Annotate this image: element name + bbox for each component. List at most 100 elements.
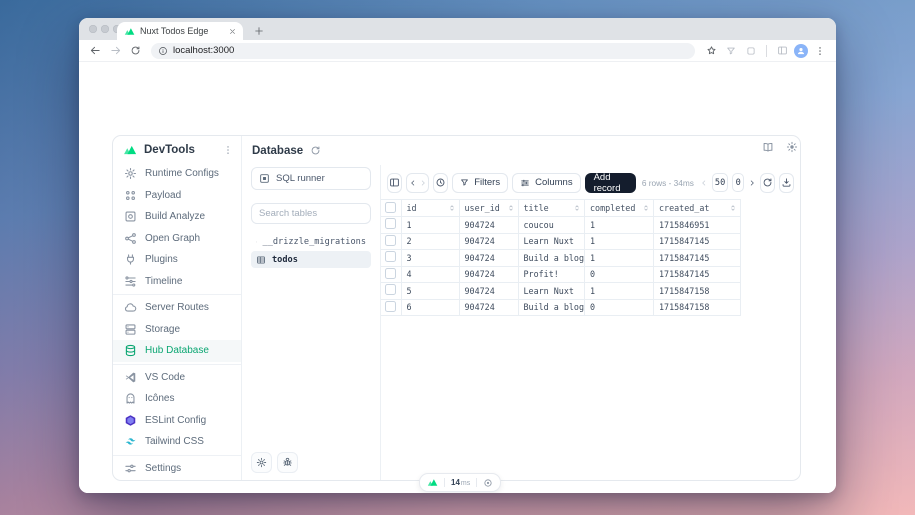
tab-close-icon[interactable] xyxy=(229,28,236,35)
table-item-todos[interactable]: todos xyxy=(251,251,371,268)
sort-icon[interactable] xyxy=(729,204,737,212)
table-cell[interactable]: 1 xyxy=(585,283,654,300)
page-prev-button[interactable] xyxy=(700,178,708,188)
sidebar-item-build-analyze[interactable]: Build Analyze xyxy=(113,206,241,228)
sidebar-item-eslint-config[interactable]: ESLint Config xyxy=(113,410,241,432)
table-cell[interactable]: 1 xyxy=(401,217,459,234)
table-cell[interactable]: Learn Nuxt xyxy=(518,233,585,250)
reload-button[interactable] xyxy=(127,43,143,59)
row-checkbox[interactable] xyxy=(385,301,396,312)
column-header-user_id[interactable]: user_id xyxy=(459,200,518,217)
browser-tab[interactable]: Nuxt Todos Edge xyxy=(117,22,243,40)
table-row[interactable]: 4904724Profit!01715847145 xyxy=(381,266,741,283)
db-debug-button[interactable] xyxy=(277,452,298,473)
sql-runner-button[interactable]: SQL runner xyxy=(251,167,371,190)
table-cell[interactable]: 0 xyxy=(585,299,654,316)
table-cell[interactable]: 1 xyxy=(585,233,654,250)
sidebar-item-hub-database[interactable]: Hub Database xyxy=(113,340,241,362)
table-cell[interactable]: 6 xyxy=(401,299,459,316)
table-cell[interactable]: 904724 xyxy=(459,233,518,250)
profile-avatar[interactable] xyxy=(794,44,808,58)
select-all-checkbox[interactable] xyxy=(385,202,396,213)
page-offset-box[interactable]: 0 xyxy=(732,173,744,192)
column-header-created_at[interactable]: created_at xyxy=(654,200,741,217)
column-header-completed[interactable]: completed xyxy=(585,200,654,217)
sidebar-menu-icon[interactable] xyxy=(223,145,233,155)
add-record-button[interactable]: Add record xyxy=(585,173,636,193)
sidebar-item-settings[interactable]: Settings xyxy=(113,458,241,480)
sidebar-item-storage[interactable]: Storage xyxy=(113,319,241,341)
column-header-title[interactable]: title xyxy=(518,200,585,217)
table-cell[interactable]: 904724 xyxy=(459,266,518,283)
url-bar[interactable]: localhost:3000 xyxy=(151,43,695,59)
devtools-float-bar[interactable]: 14 ms xyxy=(419,473,501,492)
inspector-target-icon[interactable] xyxy=(483,478,493,488)
theme-sun-icon[interactable] xyxy=(786,141,798,153)
extension-funnel-icon[interactable] xyxy=(723,43,739,59)
table-cell[interactable]: 3 xyxy=(401,250,459,267)
nav-back-button[interactable] xyxy=(408,178,418,188)
table-cell[interactable]: 1715847145 xyxy=(654,250,741,267)
sidebar-item-timeline[interactable]: Timeline xyxy=(113,271,241,293)
table-cell[interactable]: Learn Nuxt xyxy=(518,283,585,300)
table-row[interactable]: 6904724Build a blog01715847158 xyxy=(381,299,741,316)
table-cell[interactable]: 1715847145 xyxy=(654,266,741,283)
table-cell[interactable]: 1715847158 xyxy=(654,283,741,300)
table-cell[interactable]: 4 xyxy=(401,266,459,283)
back-button[interactable] xyxy=(87,43,103,59)
table-cell[interactable]: 904724 xyxy=(459,283,518,300)
table-cell[interactable]: 1 xyxy=(585,217,654,234)
row-checkbox[interactable] xyxy=(385,218,396,229)
window-close-button[interactable] xyxy=(89,25,97,33)
bookmark-star-button[interactable] xyxy=(703,43,719,59)
sidebar-item-server-routes[interactable]: Server Routes xyxy=(113,297,241,319)
sort-icon[interactable] xyxy=(448,204,456,212)
docs-book-icon[interactable] xyxy=(762,141,774,153)
sidebar-item-ic-nes[interactable]: Icônes xyxy=(113,388,241,410)
columns-button[interactable]: Columns xyxy=(512,173,581,193)
table-cell[interactable]: 1 xyxy=(585,250,654,267)
table-cell[interactable]: Build a blog xyxy=(518,250,585,267)
sort-icon[interactable] xyxy=(642,204,650,212)
sort-icon[interactable] xyxy=(507,204,515,212)
browser-menu-button[interactable] xyxy=(812,43,828,59)
extension-box-icon[interactable] xyxy=(743,43,759,59)
row-checkbox[interactable] xyxy=(385,268,396,279)
grid-refresh-button[interactable] xyxy=(760,173,775,193)
table-row[interactable]: 2904724Learn Nuxt11715847145 xyxy=(381,233,741,250)
sidebar-item-open-graph[interactable]: Open Graph xyxy=(113,228,241,250)
table-cell[interactable]: 904724 xyxy=(459,217,518,234)
table-cell[interactable]: 1715847158 xyxy=(654,299,741,316)
table-row[interactable]: 1904724coucou11715846951 xyxy=(381,217,741,234)
export-button[interactable] xyxy=(779,173,794,193)
page-next-button[interactable] xyxy=(748,178,756,188)
sidebar-item-vs-code[interactable]: VS Code xyxy=(113,367,241,389)
table-item--drizzle-migrations[interactable]: __drizzle_migrations xyxy=(251,233,371,250)
table-cell[interactable]: 904724 xyxy=(459,299,518,316)
row-checkbox[interactable] xyxy=(385,251,396,262)
forward-button[interactable] xyxy=(107,43,123,59)
table-cell[interactable]: 904724 xyxy=(459,250,518,267)
new-tab-button[interactable] xyxy=(251,23,267,39)
query-history-button[interactable] xyxy=(433,173,448,193)
window-minimize-button[interactable] xyxy=(101,25,109,33)
sidebar-item-plugins[interactable]: Plugins xyxy=(113,249,241,271)
table-cell[interactable]: 0 xyxy=(585,266,654,283)
table-cell[interactable]: coucou xyxy=(518,217,585,234)
site-info-icon[interactable] xyxy=(158,46,168,56)
filters-button[interactable]: Filters xyxy=(452,173,508,193)
sidebar-item-payload[interactable]: Payload xyxy=(113,185,241,207)
table-cell[interactable]: 1715847145 xyxy=(654,233,741,250)
page-size-box[interactable]: 50 xyxy=(712,173,728,192)
table-cell[interactable]: Profit! xyxy=(518,266,585,283)
table-cell[interactable]: 5 xyxy=(401,283,459,300)
db-settings-button[interactable] xyxy=(251,452,272,473)
search-tables-input[interactable] xyxy=(251,203,371,224)
column-header-id[interactable]: id xyxy=(401,200,459,217)
row-checkbox[interactable] xyxy=(385,284,396,295)
table-row[interactable]: 3904724Build a blog11715847145 xyxy=(381,250,741,267)
row-checkbox[interactable] xyxy=(385,235,396,246)
toggle-panel-button[interactable] xyxy=(387,173,402,193)
table-cell[interactable]: 1715846951 xyxy=(654,217,741,234)
table-cell[interactable]: 2 xyxy=(401,233,459,250)
